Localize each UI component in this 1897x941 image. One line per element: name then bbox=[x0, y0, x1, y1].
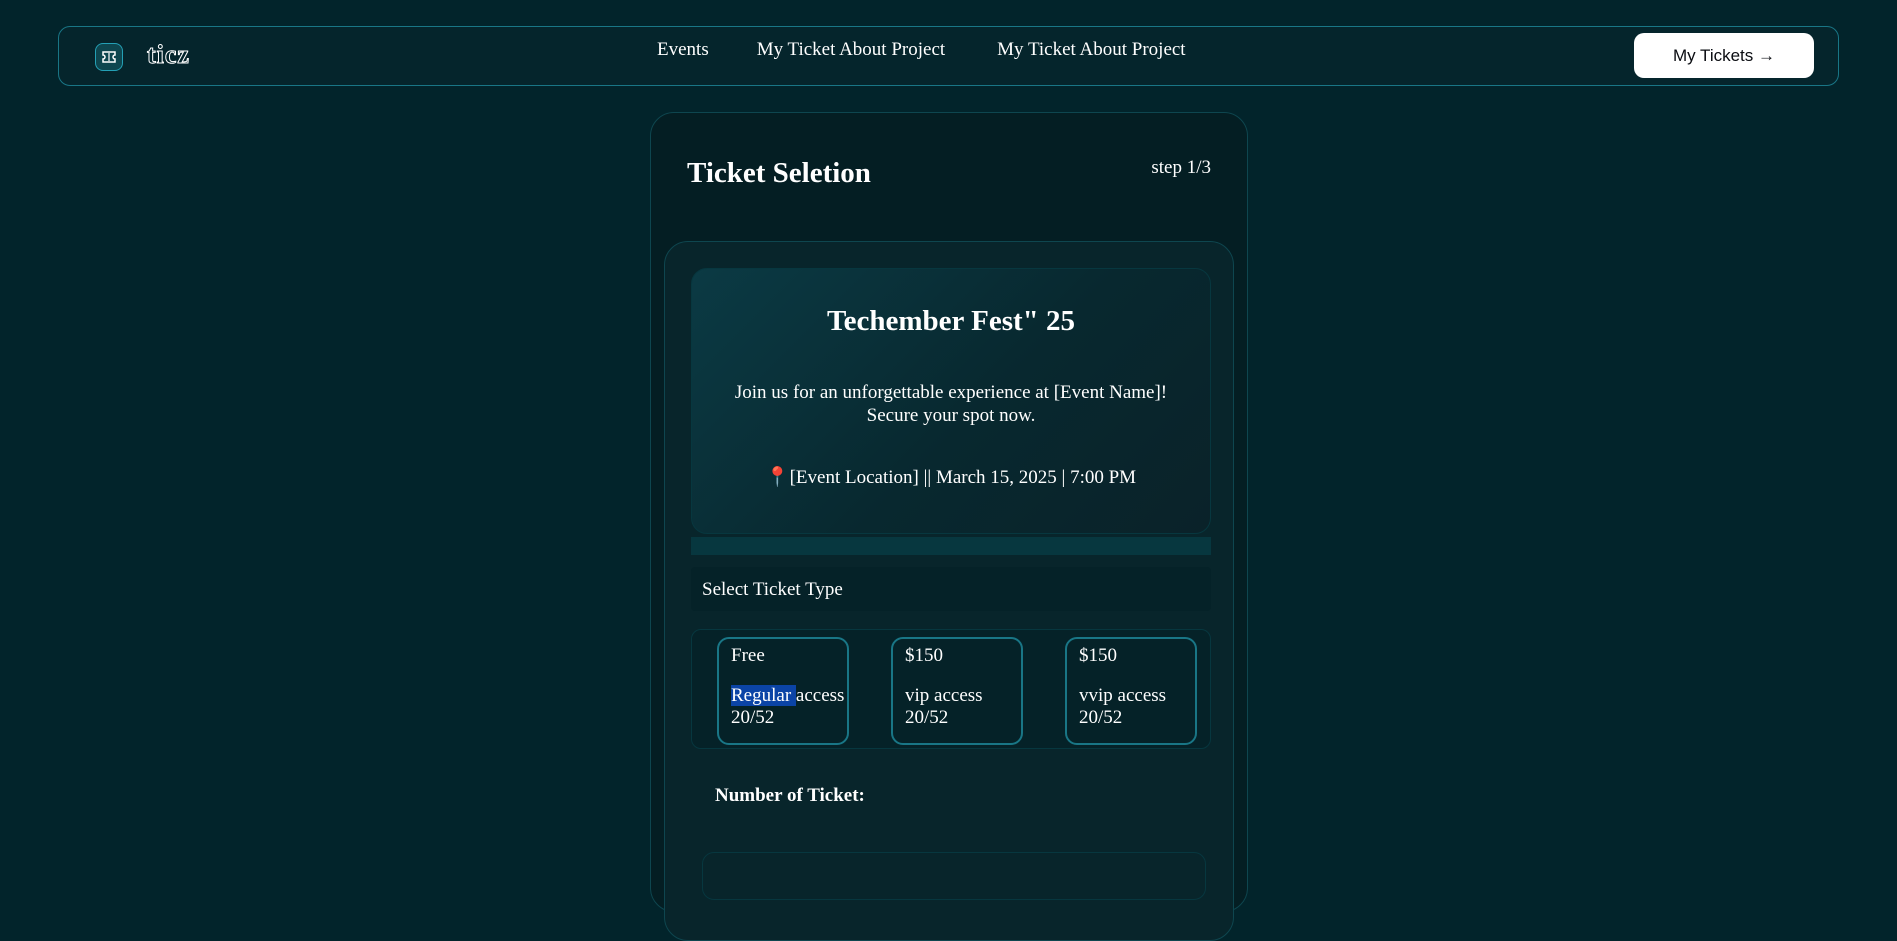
ticket-price: $150 bbox=[905, 645, 943, 666]
ticket-type-options: Free Regular access 20/52 $150 vip acces… bbox=[691, 629, 1211, 749]
my-tickets-button[interactable]: My Tickets → bbox=[1634, 33, 1814, 78]
location-pin-icon: 📍 bbox=[765, 467, 790, 488]
ticket-option-regular[interactable]: Free Regular access 20/52 bbox=[717, 637, 849, 745]
number-of-tickets-label: Number of Ticket: bbox=[715, 785, 865, 806]
page-title: Ticket Seletion bbox=[687, 157, 871, 189]
ticket-access-rest: access bbox=[795, 685, 845, 706]
logo-text[interactable]: ticz bbox=[147, 40, 190, 70]
ticket-access: vvip access bbox=[1079, 685, 1167, 706]
event-banner: Techember Fest" 25 Join us for an unforg… bbox=[691, 268, 1211, 534]
step-indicator: step 1/3 bbox=[1151, 157, 1211, 178]
select-ticket-type-label: Select Ticket Type bbox=[691, 567, 1211, 611]
progress-divider bbox=[691, 537, 1211, 555]
ticket-form-container: Techember Fest" 25 Join us for an unforg… bbox=[664, 241, 1234, 941]
event-description-line-1: Join us for an unforgettable experience … bbox=[734, 382, 1168, 403]
event-description: Join us for an unforgettable experience … bbox=[722, 381, 1180, 427]
ticket-logo-icon[interactable] bbox=[95, 43, 123, 71]
nav-link-about-project[interactable]: My Ticket About Project bbox=[997, 39, 1185, 61]
ticket-availability: 20/52 bbox=[731, 707, 775, 728]
ticket-option-vvip[interactable]: $150 vvip access 20/52 bbox=[1065, 637, 1197, 745]
nav-link-events[interactable]: Events bbox=[657, 39, 709, 61]
number-of-tickets-select[interactable] bbox=[702, 852, 1206, 900]
ticket-access: vip access bbox=[905, 685, 983, 706]
ticket-availability: 20/52 bbox=[905, 707, 949, 728]
event-description-line-2: Secure your spot now. bbox=[866, 405, 1036, 426]
event-location-date: [Event Location] || March 15, 2025 | 7:0… bbox=[789, 467, 1137, 488]
ticket-access: Regular access bbox=[731, 685, 844, 707]
ticket-selection-card: Ticket Seletion step 1/3 Techember Fest"… bbox=[650, 112, 1248, 941]
event-meta: 📍[Event Location] || March 15, 2025 | 7:… bbox=[692, 465, 1210, 489]
top-navbar: ticz Events My Ticket About Project My T… bbox=[58, 26, 1839, 86]
selected-text-highlight: Regular bbox=[731, 685, 796, 706]
nav-link-my-ticket[interactable]: My Ticket About Project bbox=[757, 39, 945, 61]
ticket-availability: 20/52 bbox=[1079, 707, 1123, 728]
ticket-price: $150 bbox=[1079, 645, 1117, 666]
ticket-price: Free bbox=[731, 645, 765, 666]
nav-links: Events My Ticket About Project My Ticket… bbox=[657, 39, 1186, 61]
ticket-option-vip[interactable]: $150 vip access 20/52 bbox=[891, 637, 1023, 745]
event-title: Techember Fest" 25 bbox=[826, 305, 1076, 337]
